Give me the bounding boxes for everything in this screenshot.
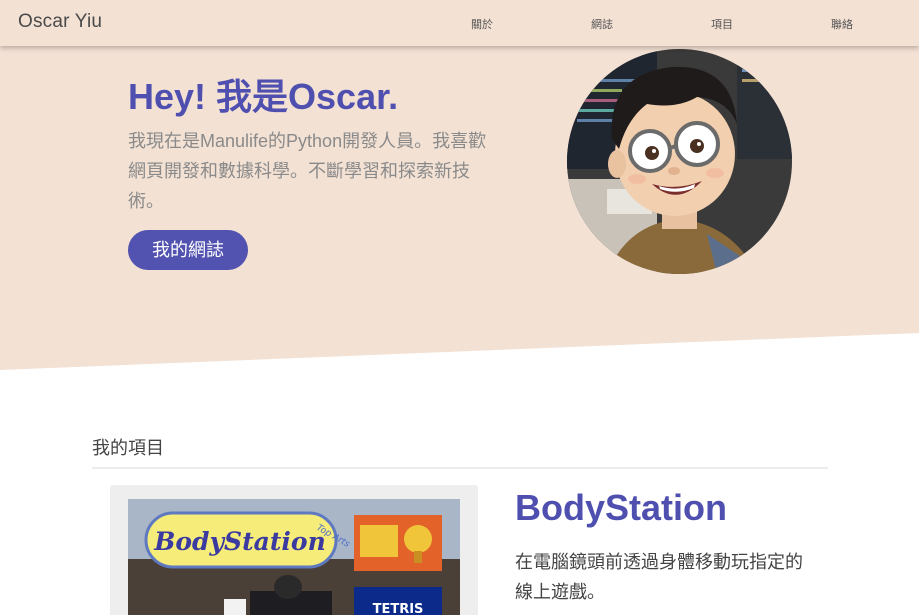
project-description: 在電腦鏡頭前透過身體移動玩指定的線上遊戲。 bbox=[515, 552, 803, 602]
avatar-illustration bbox=[567, 49, 792, 274]
section-divider bbox=[92, 467, 828, 469]
brand-logo[interactable]: Oscar Yiu bbox=[18, 11, 102, 33]
nav-item-about[interactable]: 關於 bbox=[471, 16, 493, 32]
navbar: Oscar Yiu 關於 網誌 項目 聯絡 bbox=[0, 0, 919, 46]
hero-section: Hey! 我是Oscar. 我現在是Manulife的Python開發人員。我喜… bbox=[0, 46, 919, 376]
svg-text:TETRIS: TETRIS bbox=[373, 602, 424, 615]
hero-title: Hey! 我是Oscar. bbox=[128, 76, 399, 117]
project-card[interactable]: BodyStation Top Arts TETRIS bbox=[110, 485, 478, 615]
avatar bbox=[567, 49, 792, 274]
svg-text:BodyStation: BodyStation bbox=[153, 527, 326, 556]
nav-item-blog[interactable]: 網誌 bbox=[591, 16, 613, 32]
section-title-projects: 我的項目 bbox=[92, 438, 164, 458]
nav-item-contact[interactable]: 聯絡 bbox=[831, 16, 853, 32]
blog-button[interactable]: 我的網誌 bbox=[128, 230, 248, 270]
project-thumbnail[interactable]: BodyStation Top Arts TETRIS bbox=[128, 499, 460, 615]
nav-item-projects[interactable]: 項目 bbox=[711, 16, 733, 32]
hero-description: 我現在是Manulife的Python開發人員。我喜歡網頁開發和數據科學。不斷學… bbox=[128, 131, 487, 211]
project-title[interactable]: BodyStation bbox=[515, 487, 727, 529]
project-thumbnail-image: BodyStation Top Arts TETRIS bbox=[128, 499, 460, 615]
